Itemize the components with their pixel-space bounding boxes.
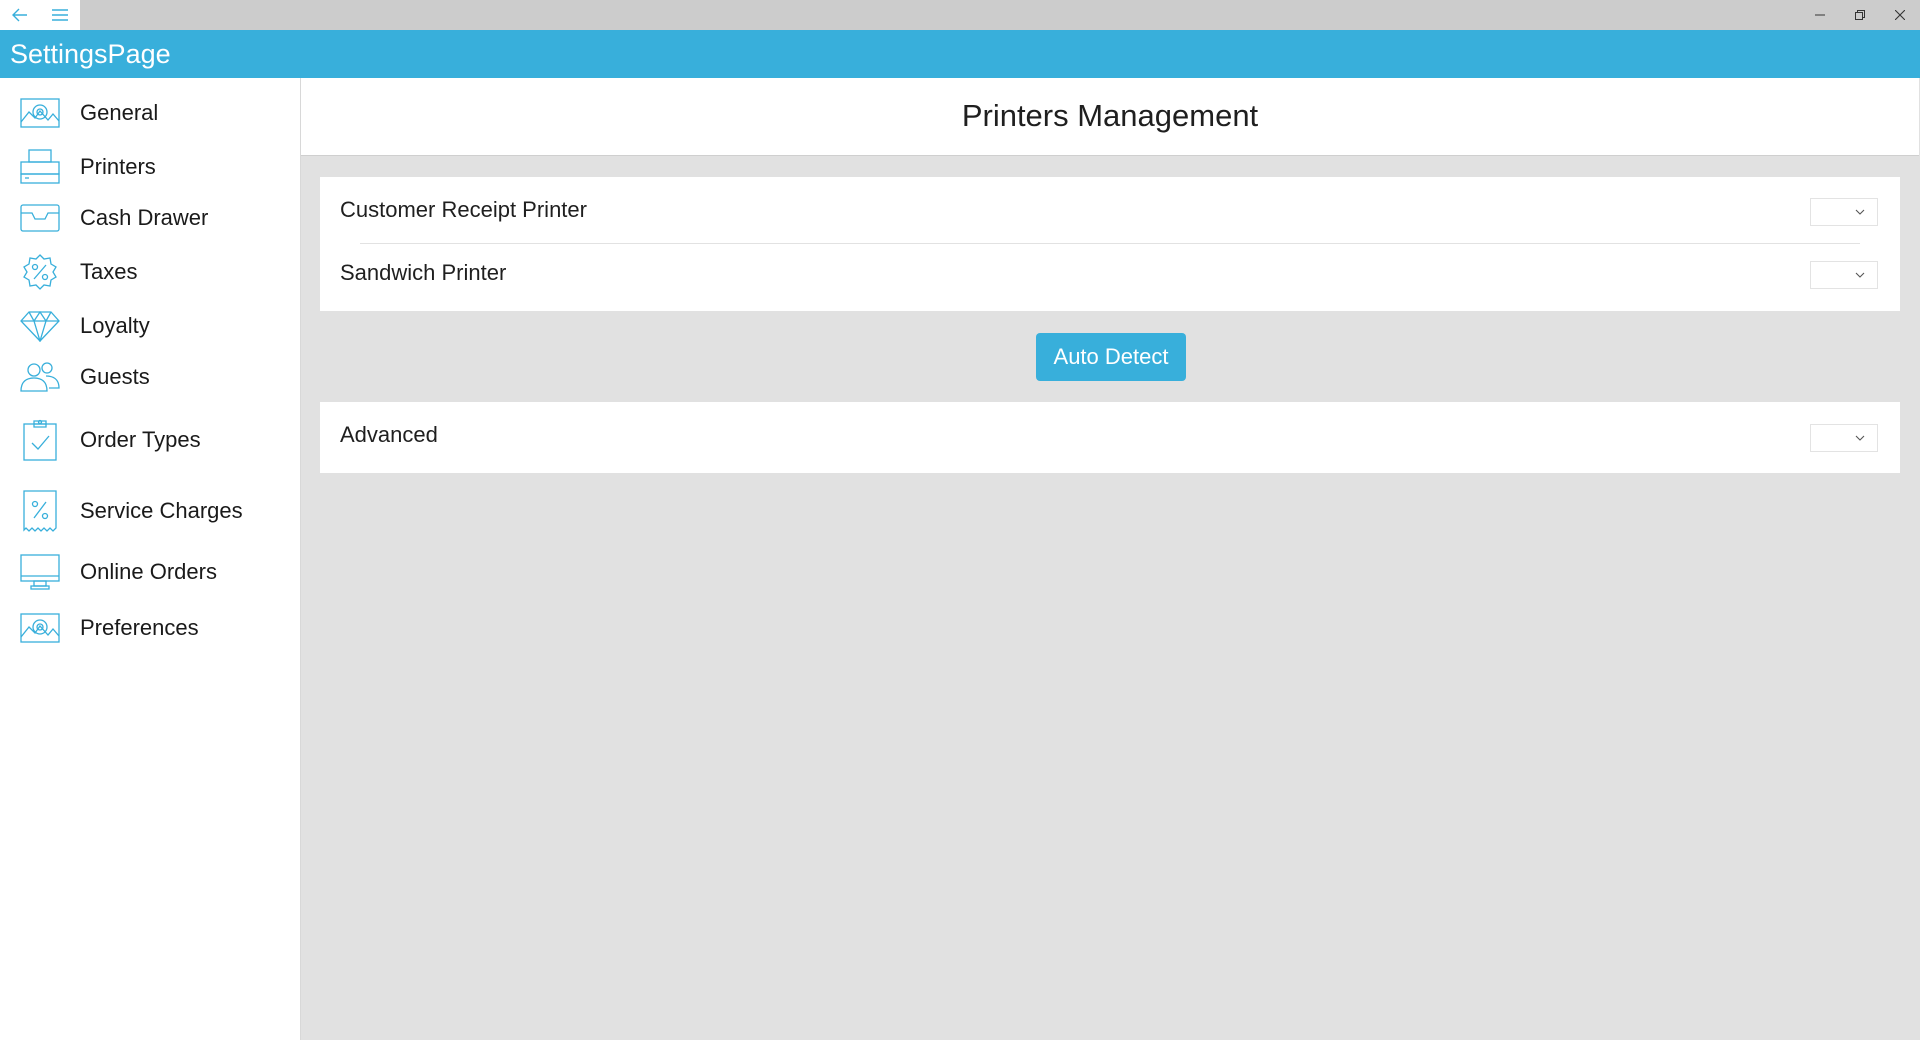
- sidebar-item-guests[interactable]: Guests: [0, 352, 300, 402]
- printers-card: Customer Receipt Printer Sandwich Printe…: [320, 177, 1900, 311]
- customer-receipt-printer-dropdown[interactable]: [1810, 198, 1878, 226]
- chevron-down-icon: [1855, 272, 1865, 278]
- sidebar-item-label: Service Charges: [80, 498, 243, 523]
- row-divider: [360, 243, 1860, 244]
- sidebar-item-general[interactable]: General: [0, 88, 300, 138]
- minimize-button[interactable]: [1800, 0, 1840, 30]
- sidebar-item-loyalty[interactable]: Loyalty: [0, 301, 300, 351]
- sidebar-item-label: Order Types: [80, 427, 201, 452]
- chevron-down-icon: [1855, 435, 1865, 441]
- monitor-icon: [19, 552, 61, 592]
- sidebar: General Printers Cash Drawer Taxes Loyal…: [0, 78, 301, 1040]
- page-title: Printers Management: [961, 98, 1259, 133]
- advanced-dropdown[interactable]: [1810, 424, 1878, 452]
- percent-badge-icon: [19, 252, 61, 292]
- gear-gallery-icon: [19, 608, 61, 648]
- app-title: SettingsPage: [10, 39, 171, 69]
- sidebar-item-online-orders[interactable]: Online Orders: [0, 547, 300, 597]
- sidebar-item-printers[interactable]: Printers: [0, 142, 300, 192]
- sidebar-item-preferences[interactable]: Preferences: [0, 603, 300, 653]
- hamburger-icon: [52, 9, 68, 21]
- close-icon: [1895, 10, 1905, 20]
- chevron-down-icon: [1855, 209, 1865, 215]
- app-header: SettingsPage: [0, 30, 1920, 78]
- auto-detect-button[interactable]: Auto Detect: [1036, 333, 1186, 381]
- arrow-left-icon: [12, 8, 27, 22]
- close-button[interactable]: [1880, 0, 1920, 30]
- advanced-label: Advanced: [340, 422, 438, 447]
- sidebar-item-label: Guests: [80, 364, 150, 389]
- sidebar-item-label: Cash Drawer: [80, 205, 209, 230]
- sidebar-item-label: Preferences: [80, 615, 199, 640]
- back-button[interactable]: [0, 0, 40, 30]
- restore-button[interactable]: [1840, 0, 1880, 30]
- clipboard-check-icon: [19, 419, 61, 461]
- printer-label-customer-receipt: Customer Receipt Printer: [340, 197, 587, 222]
- sidebar-item-label: Online Orders: [80, 559, 217, 584]
- sidebar-item-label: General: [80, 100, 159, 125]
- sidebar-item-label: Loyalty: [80, 313, 150, 338]
- minimize-icon: [1815, 14, 1825, 16]
- sidebar-item-cash-drawer[interactable]: Cash Drawer: [0, 193, 300, 243]
- sandwich-printer-dropdown[interactable]: [1810, 261, 1878, 289]
- cash-drawer-icon: [19, 198, 61, 238]
- titlebar-nav-area: [0, 0, 80, 30]
- sidebar-item-service-charges[interactable]: Service Charges: [0, 486, 300, 536]
- sidebar-item-label: Printers: [80, 154, 156, 179]
- sidebar-item-taxes[interactable]: Taxes: [0, 247, 300, 297]
- percent-receipt-icon: [19, 490, 61, 532]
- printer-icon: [19, 147, 61, 187]
- page-header: Printers Management: [301, 78, 1919, 156]
- diamond-icon: [19, 306, 61, 346]
- advanced-card: Advanced: [320, 402, 1900, 473]
- restore-icon: [1855, 10, 1865, 20]
- gear-gallery-icon: [19, 93, 61, 133]
- guests-icon: [19, 357, 61, 397]
- menu-button[interactable]: [40, 0, 80, 30]
- window-titlebar: [0, 0, 1920, 30]
- printer-label-sandwich: Sandwich Printer: [340, 260, 507, 285]
- sidebar-item-order-types[interactable]: Order Types: [0, 415, 300, 465]
- sidebar-item-label: Taxes: [80, 259, 138, 284]
